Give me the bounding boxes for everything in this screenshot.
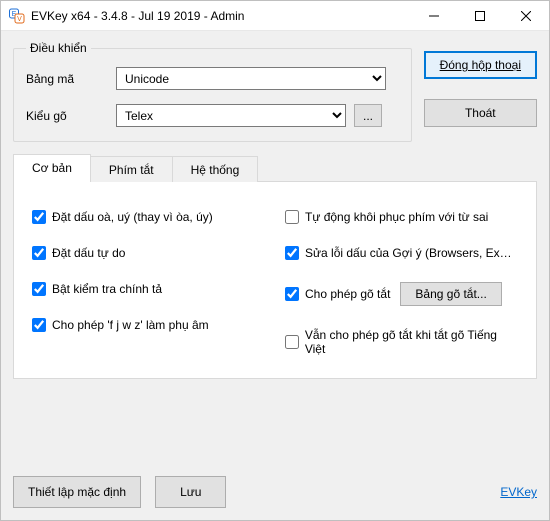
tab-system[interactable]: Hệ thống [172,156,259,182]
window-title: EVKey x64 - 3.4.8 - Jul 19 2019 - Admin [31,9,411,23]
opt-sua-loi-dau-goi-y[interactable]: Sửa lỗi dấu của Gợi ý (Browsers, Excel .… [285,246,518,260]
opt-dat-dau-oa[interactable]: Đặt dấu oà, uý (thay vì òa, úy) [32,210,265,224]
group-legend: Điều khiển [26,41,91,55]
ellipsis-icon: ... [363,109,373,123]
macro-table-button[interactable]: Bảng gõ tắt... [400,282,501,306]
svg-text:V: V [17,16,22,23]
opt-cho-phep-fjwz[interactable]: Cho phép 'f j w z' làm phụ âm [32,318,265,332]
tab-shortcut[interactable]: Phím tắt [90,156,173,182]
titlebar: E V EVKey x64 - 3.4.8 - Jul 19 2019 - Ad… [1,1,549,31]
app-icon: E V [9,8,25,24]
footer: Thiết lập mặc định Lưu EVKey [13,466,537,508]
charset-label: Bảng mã [26,72,116,86]
maximize-button[interactable] [457,1,503,31]
save-button[interactable]: Lưu [155,476,226,508]
defaults-button[interactable]: Thiết lập mặc định [13,476,141,508]
evkey-link[interactable]: EVKey [500,485,537,499]
control-group: Điều khiển Bảng mã Unicode Kiểu gõ Telex… [13,41,412,142]
opt-dat-dau-tu-do[interactable]: Đặt dấu tự do [32,246,265,260]
tab-basic[interactable]: Cơ bản [13,154,91,182]
inputmethod-select[interactable]: Telex [116,104,346,127]
exit-button[interactable]: Thoát [424,99,537,127]
opt-tu-dong-khoi-phuc[interactable]: Tự động khôi phục phím với từ sai [285,210,518,224]
tab-panel-basic: Đặt dấu oà, uý (thay vì òa, úy) Đặt dấu … [13,181,537,379]
opt-kiem-tra-chinh-ta[interactable]: Bật kiểm tra chính tả [32,282,265,296]
app-window: E V EVKey x64 - 3.4.8 - Jul 19 2019 - Ad… [0,0,550,521]
inputmethod-more-button[interactable]: ... [354,104,382,127]
opt-van-cho-phep-go-tat[interactable]: Vẫn cho phép gõ tắt khi tắt gõ Tiếng Việ… [285,328,518,356]
charset-select[interactable]: Unicode [116,67,386,90]
tabs: Cơ bản Phím tắt Hệ thống Đặt dấu oà, uý … [13,154,537,379]
opt-cho-phep-go-tat[interactable]: Cho phép gõ tắt [285,287,390,301]
inputmethod-label: Kiểu gõ [26,109,116,123]
close-button[interactable] [503,1,549,31]
close-dialog-button[interactable]: Đóng hộp thoại [424,51,537,79]
minimize-button[interactable] [411,1,457,31]
content-area: Điều khiển Bảng mã Unicode Kiểu gõ Telex… [1,31,549,520]
